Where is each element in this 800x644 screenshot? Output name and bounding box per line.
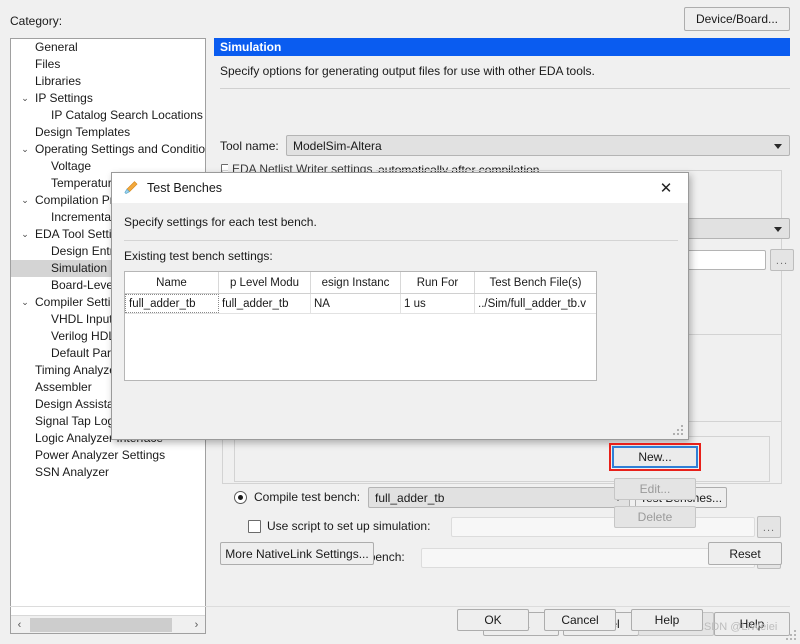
tree-item-label: Libraries [35,74,82,88]
category-label: Category: [10,14,63,28]
use-script-checkbox[interactable] [248,519,261,533]
tree-item-label: IP Catalog Search Locations [51,108,203,122]
tree-horizontal-scrollbar[interactable]: ‹ › [11,615,205,633]
use-script-browse-button[interactable]: ... [757,516,781,538]
test-bench-table[interactable]: Name p Level Modu esign Instanc Run For Test… [124,271,597,381]
tree-item-label: VHDL Input [51,312,113,326]
section-description: Specify options for generating output fi… [220,64,595,78]
tree-item-label: IP Settings [35,91,93,105]
tree-item-ip-catalog-search-locations[interactable]: IP Catalog Search Locations [11,107,205,124]
table-body[interactable]: full_adder_tb full_adder_tb NA 1 us ../Sim/f… [125,294,596,314]
pencil-icon [124,181,138,195]
chevron-down-icon[interactable]: ⌄ [19,294,31,311]
dialog-title: Test Benches [147,181,223,195]
tree-item-operating-settings-and-conditions[interactable]: ⌄ Operating Settings and Conditions [11,141,205,158]
table-cell-run-for[interactable]: 1 us [401,294,475,313]
table-column-header[interactable]: esign Instanc [311,272,401,293]
dialog-divider [124,240,678,241]
new-button-highlight: New... [609,443,701,471]
test-benches-dialog: Test Benches ✕ Specify settings for each… [111,172,703,631]
chevron-down-icon [774,143,782,149]
tree-item-ssn-analyzer[interactable]: SSN Analyzer [11,464,205,481]
section-title: Simulation [214,38,790,56]
compile-test-bench-label: Compile test bench: [254,490,361,504]
table-cell-design-instance[interactable]: NA [311,294,401,313]
chevron-down-icon[interactable]: ⌄ [19,141,31,158]
tree-item-label: Temperature [51,176,119,190]
edit-button: Edit... [614,478,696,500]
tool-name-value: ModelSim-Altera [293,138,382,153]
use-script-field[interactable] [451,517,755,537]
device-board-button[interactable]: Device/Board... [684,7,790,31]
chevron-down-icon[interactable]: ⌄ [19,226,31,243]
use-script-label: Use script to set up simulation: [267,519,431,533]
help-button[interactable]: Help [714,612,790,636]
tree-item-label: Design Templates [35,125,131,139]
tree-item-label: Timing Analyzer [35,363,120,377]
use-script-checkbox-row[interactable]: Use script to set up simulation: [248,519,430,533]
tree-item-label: Board-Level [51,278,116,292]
dialog-title-bar[interactable]: Test Benches ✕ [112,173,688,203]
netlist-browse-button[interactable]: ... [770,249,794,271]
dialog-resize-grip[interactable] [673,425,684,436]
tree-item-files[interactable]: Files [11,56,205,73]
tool-name-select[interactable]: ModelSim-Altera [286,135,790,156]
chevron-down-icon[interactable]: ⌄ [19,192,31,209]
compile-test-bench-radio[interactable] [234,490,247,504]
dialog-ok-button[interactable]: OK [457,609,529,631]
reset-button[interactable]: Reset [708,542,782,565]
table-column-header[interactable]: p Level Modu [219,272,311,293]
tree-item-general[interactable]: General [11,39,205,56]
tree-item-label: SSN Analyzer [35,465,110,479]
table-cell-test-bench-files[interactable]: ../Sim/full_adder_tb.v [475,294,596,313]
tree-item-label: Operating Settings and Conditions [35,142,205,156]
table-column-header[interactable]: Run For [401,272,475,293]
tree-item-label: Assembler [35,380,92,394]
footer-divider [10,606,790,607]
tree-item-label: Voltage [51,159,92,173]
chevron-down-icon[interactable]: ⌄ [19,90,31,107]
window-resize-grip[interactable] [786,630,797,641]
tree-item-label: Power Analyzer Settings [35,448,166,462]
table-column-header[interactable]: Test Bench File(s) [475,272,596,293]
existing-settings-label: Existing test bench settings: [124,249,273,263]
settings-window: Category: Device/Board... General Files Li… [0,0,800,644]
compile-test-bench-radio-row[interactable]: Compile test bench: [234,490,360,504]
tree-item-power-analyzer-settings[interactable]: Power Analyzer Settings [11,447,205,464]
tree-item-ip-settings[interactable]: ⌄ IP Settings [11,90,205,107]
tree-item-design-templates[interactable]: Design Templates [11,124,205,141]
tree-item-libraries[interactable]: Libraries [11,73,205,90]
table-cell-name[interactable]: full_adder_tb [125,294,219,313]
tool-name-label: Tool name: [220,139,279,153]
more-nativelink-settings-button[interactable]: More NativeLink Settings... [220,542,374,565]
tree-item-label: General [35,40,78,54]
compile-test-bench-select[interactable]: full_adder_tb [368,487,630,508]
scroll-left-icon[interactable]: ‹ [11,616,28,633]
script-compile-field[interactable] [421,548,755,568]
scrollbar-thumb[interactable] [30,617,172,632]
tree-item-label: Simulation [51,261,108,275]
dialog-cancel-button[interactable]: Cancel [544,609,616,631]
dialog-help-button[interactable]: Help [631,609,703,631]
scroll-right-icon[interactable]: › [188,616,205,633]
delete-button: Delete [614,506,696,528]
table-header-row: Name p Level Modu esign Instanc Run For Test… [125,272,596,294]
close-icon[interactable]: ✕ [644,173,688,203]
new-button[interactable]: New... [612,446,698,468]
table-row[interactable]: full_adder_tb full_adder_tb NA 1 us ../Sim/f… [125,294,596,314]
tree-item-label: Files [35,57,61,71]
divider [220,88,790,89]
compile-test-bench-value: full_adder_tb [375,490,445,505]
dialog-body: Specify settings for each test bench. Ex… [112,203,703,631]
dialog-specify-text: Specify settings for each test bench. [124,215,317,229]
chevron-down-icon [774,226,782,232]
table-cell-top-level-module[interactable]: full_adder_tb [219,294,311,313]
table-column-header[interactable]: Name [125,272,219,293]
